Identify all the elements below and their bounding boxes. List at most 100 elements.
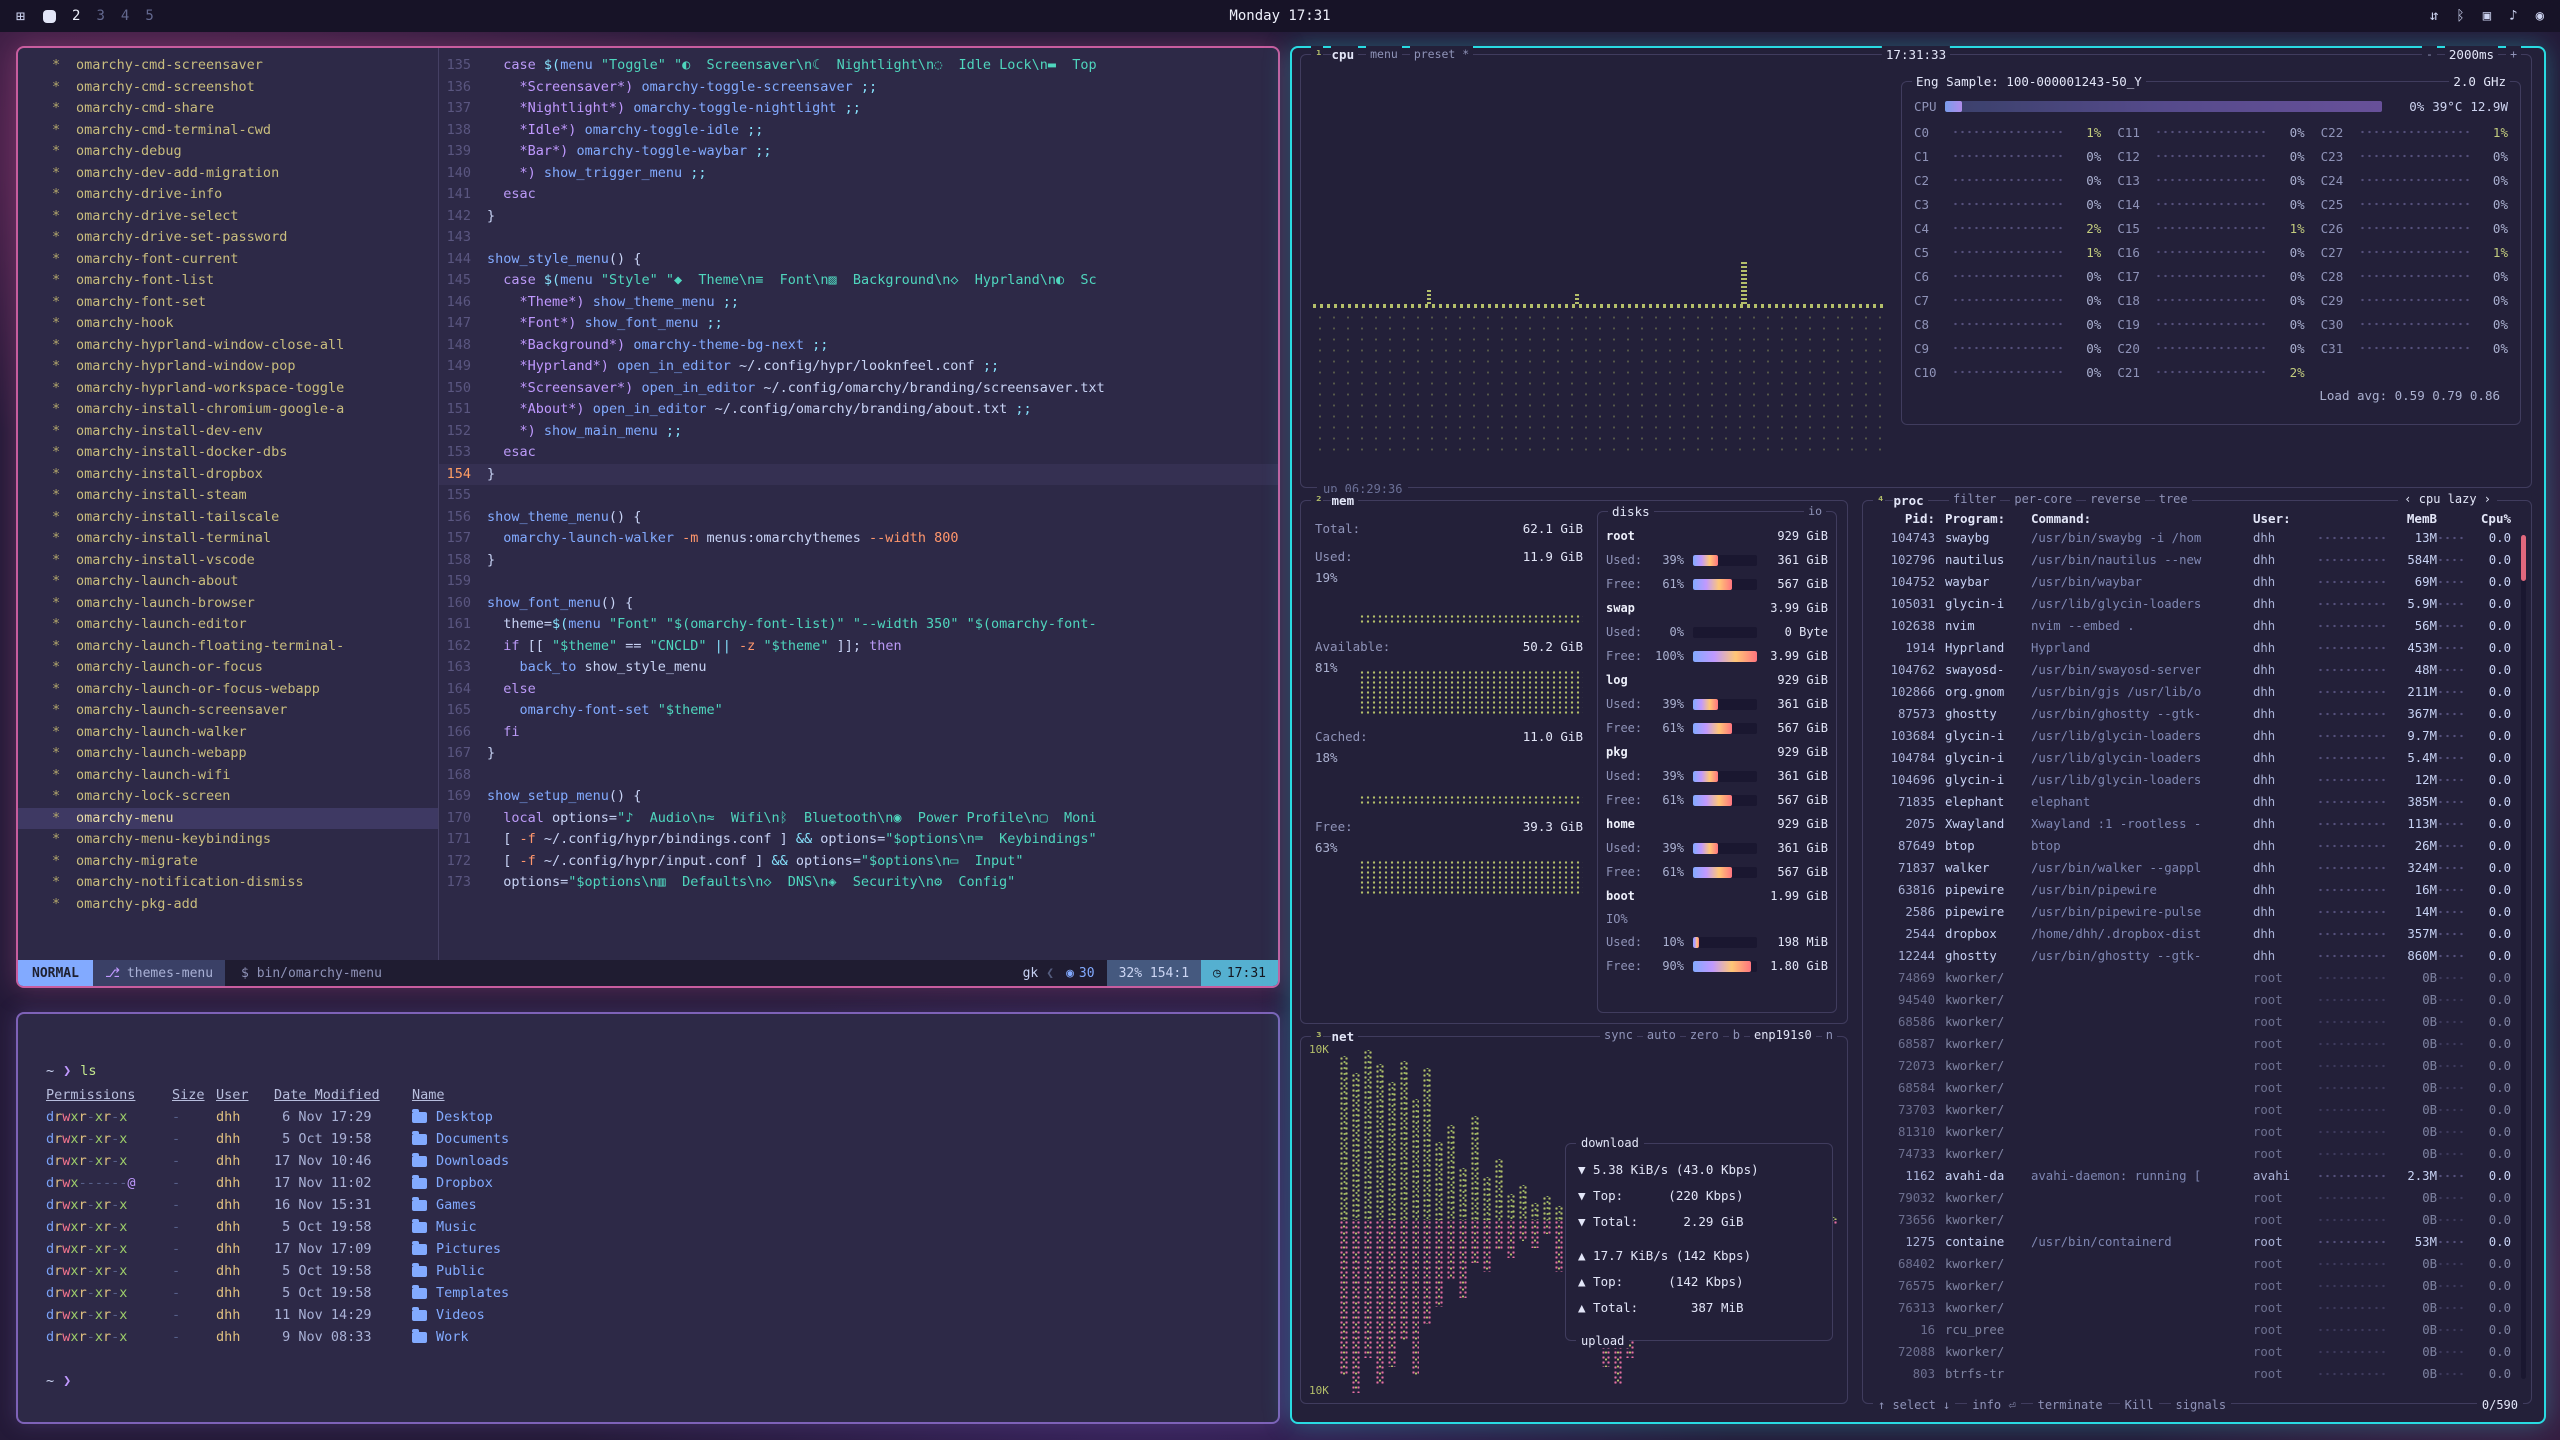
process-row[interactable]: 68402kworker/root0B0.0 <box>1863 1253 2531 1275</box>
process-row[interactable]: 68586kworker/root0B0.0 <box>1863 1011 2531 1033</box>
tree-item[interactable]: *omarchy-launch-editor <box>18 614 438 636</box>
process-row[interactable]: 104762swayosd-/usr/bin/swayosd-serverdhh… <box>1863 659 2531 681</box>
io-toggle-button[interactable]: io <box>1804 503 1826 520</box>
tree-button[interactable]: tree <box>2155 492 2192 506</box>
code-line[interactable]: 153 esac <box>439 442 1278 464</box>
tree-item[interactable]: *omarchy-hyprland-window-pop <box>18 356 438 378</box>
column-user[interactable]: User: <box>2253 511 2317 526</box>
code-line[interactable]: 165 omarchy-font-set "$theme" <box>439 700 1278 722</box>
column-command[interactable]: Command: <box>2031 511 2253 526</box>
code-line[interactable]: 160show_font_menu() { <box>439 593 1278 615</box>
process-row[interactable]: 87649btopbtopdhh26M0.0 <box>1863 835 2531 857</box>
iface-next-button[interactable]: n <box>1822 1028 1837 1042</box>
process-row[interactable]: 1275containe/usr/bin/containerdroot53M0.… <box>1863 1231 2531 1253</box>
code-line[interactable]: 161 theme=$(menu "Font" "$(omarchy-font-… <box>439 614 1278 636</box>
process-row[interactable]: 104743swaybg/usr/bin/swaybg -i /homdhh13… <box>1863 527 2531 549</box>
process-row[interactable]: 2075XwaylandXwayland :1 -rootless -dhh11… <box>1863 813 2531 835</box>
tree-item[interactable]: *omarchy-cmd-terminal-cwd <box>18 120 438 142</box>
process-row[interactable]: 68587kworker/root0B0.0 <box>1863 1033 2531 1055</box>
code-line[interactable]: 172 [ -f ~/.config/hypr/input.conf ] && … <box>439 851 1278 873</box>
interval-plus-button[interactable]: + <box>2506 46 2521 63</box>
tree-item[interactable]: *omarchy-install-docker-dbs <box>18 442 438 464</box>
tree-item[interactable]: *omarchy-lock-screen <box>18 786 438 808</box>
process-row[interactable]: 2544dropbox/home/dhh/.dropbox-distdhh357… <box>1863 923 2531 945</box>
process-row[interactable]: 16rcu_preeroot0B0.0 <box>1863 1319 2531 1341</box>
process-row[interactable]: 1162avahi-daavahi-daemon: running [avahi… <box>1863 1165 2531 1187</box>
code-line[interactable]: 162 if [[ "$theme" == "CNCLD" || -z "$th… <box>439 636 1278 658</box>
tree-item[interactable]: *omarchy-install-chromium-google-a <box>18 399 438 421</box>
tree-item[interactable]: *omarchy-install-vscode <box>18 550 438 572</box>
interval-minus-button[interactable]: - <box>2422 46 2437 63</box>
workspace-4[interactable]: 4 <box>121 8 129 24</box>
code-line[interactable]: 149 *Hyprland*) open_in_editor ~/.config… <box>439 356 1278 378</box>
terminate-button[interactable]: terminate <box>2033 1398 2108 1412</box>
code-line[interactable]: 139 *Bar*) omarchy-toggle-waybar ;; <box>439 141 1278 163</box>
process-row[interactable]: 63816pipewire/usr/bin/pipewiredhh16M0.0 <box>1863 879 2531 901</box>
process-row[interactable]: 105031glycin-i/usr/lib/glycin-loadersdhh… <box>1863 593 2531 615</box>
process-row[interactable]: 2586pipewire/usr/bin/pipewire-pulsedhh14… <box>1863 901 2531 923</box>
net-zero-button[interactable]: zero <box>1686 1028 1723 1042</box>
process-row[interactable]: 74869kworker/root0B0.0 <box>1863 967 2531 989</box>
process-row[interactable]: 1914HyprlandHyprlanddhh453M0.0 <box>1863 637 2531 659</box>
process-row[interactable]: 103684glycin-i/usr/lib/glycin-loadersdhh… <box>1863 725 2531 747</box>
tree-item[interactable]: *omarchy-cmd-share <box>18 98 438 120</box>
sort-selector[interactable]: ‹ cpu lazy › <box>2398 492 2497 506</box>
code-line[interactable]: 142} <box>439 206 1278 228</box>
process-row[interactable]: 76575kworker/root0B0.0 <box>1863 1275 2531 1297</box>
code-line[interactable]: 150 *Screensaver*) open_in_editor ~/.con… <box>439 378 1278 400</box>
process-row[interactable]: 87573ghostty/usr/bin/ghostty --gtk-dhh36… <box>1863 703 2531 725</box>
code-line[interactable]: 170 local options="♪ Audio\n≈ Wifi\nᛒ Bl… <box>439 808 1278 830</box>
tree-item[interactable]: *omarchy-drive-info <box>18 184 438 206</box>
process-row[interactable]: 104696glycin-i/usr/lib/glycin-loadersdhh… <box>1863 769 2531 791</box>
process-row[interactable]: 12244ghostty/usr/bin/ghostty --gtk-dhh86… <box>1863 945 2531 967</box>
tree-item[interactable]: *omarchy-debug <box>18 141 438 163</box>
code-line[interactable]: 143 <box>439 227 1278 249</box>
code-line[interactable]: 152 *) show_main_menu ;; <box>439 421 1278 443</box>
workspace-3[interactable]: 3 <box>96 8 104 24</box>
column-pid[interactable]: Pid: <box>1873 511 1935 526</box>
code-line[interactable]: 136 *Screensaver*) omarchy-toggle-screen… <box>439 77 1278 99</box>
net-auto-button[interactable]: auto <box>1643 1028 1680 1042</box>
code-line[interactable]: 147 *Font*) show_font_menu ;; <box>439 313 1278 335</box>
tree-item[interactable]: *omarchy-launch-browser <box>18 593 438 615</box>
code-line[interactable]: 158} <box>439 550 1278 572</box>
tree-item[interactable]: *omarchy-launch-or-focus <box>18 657 438 679</box>
tree-item[interactable]: *omarchy-launch-wifi <box>18 765 438 787</box>
code-line[interactable]: 146 *Theme*) show_theme_menu ;; <box>439 292 1278 314</box>
tree-item[interactable]: *omarchy-install-terminal <box>18 528 438 550</box>
tree-item[interactable]: *omarchy-launch-about <box>18 571 438 593</box>
code-line[interactable]: 157 omarchy-launch-walker -m menus:omarc… <box>439 528 1278 550</box>
workspace-2[interactable]: 2 <box>72 8 80 24</box>
tree-item[interactable]: *omarchy-notification-dismiss <box>18 872 438 894</box>
process-row[interactable]: 73703kworker/root0B0.0 <box>1863 1099 2531 1121</box>
code-line[interactable]: 145 case $(menu "Style" "◆ Theme\n≡ Font… <box>439 270 1278 292</box>
workspace-5[interactable]: 5 <box>145 8 153 24</box>
process-row[interactable]: 73656kworker/root0B0.0 <box>1863 1209 2531 1231</box>
tree-item[interactable]: *omarchy-migrate <box>18 851 438 873</box>
tree-item[interactable]: *omarchy-cmd-screenshot <box>18 77 438 99</box>
code-line[interactable]: 156show_theme_menu() { <box>439 507 1278 529</box>
tree-item[interactable]: *omarchy-pkg-add <box>18 894 438 916</box>
network-arrows-icon[interactable]: ⇵ <box>2430 8 2438 24</box>
tree-item[interactable]: *omarchy-install-dropbox <box>18 464 438 486</box>
code-line[interactable]: 171 [ -f ~/.config/hypr/bindings.conf ] … <box>439 829 1278 851</box>
workspace-1[interactable] <box>43 10 56 23</box>
tree-item[interactable]: *omarchy-drive-select <box>18 206 438 228</box>
code-line[interactable]: 154} <box>439 464 1278 486</box>
column-memory[interactable]: MemB <box>2387 511 2437 526</box>
menu-button[interactable]: menu <box>1366 46 1402 63</box>
column-program[interactable]: Program: <box>1935 511 2031 526</box>
code-line[interactable]: 141 esac <box>439 184 1278 206</box>
code-line[interactable]: 163 back_to show_style_menu <box>439 657 1278 679</box>
tree-item[interactable]: *omarchy-launch-floating-terminal- <box>18 636 438 658</box>
process-row[interactable]: 104752waybar/usr/bin/waybardhh69M0.0 <box>1863 571 2531 593</box>
tree-item[interactable]: *omarchy-launch-or-focus-webapp <box>18 679 438 701</box>
tree-item[interactable]: *omarchy-launch-screensaver <box>18 700 438 722</box>
net-sync-button[interactable]: sync <box>1600 1028 1637 1042</box>
reverse-button[interactable]: reverse <box>2086 492 2145 506</box>
process-row[interactable]: 94540kworker/root0B0.0 <box>1863 989 2531 1011</box>
bluetooth-icon[interactable]: ᛒ <box>2456 8 2464 24</box>
code-line[interactable]: 168 <box>439 765 1278 787</box>
code-line[interactable]: 173 options="$options\n▥ Defaults\n◇ DNS… <box>439 872 1278 894</box>
signals-button[interactable]: signals <box>2171 1398 2232 1412</box>
